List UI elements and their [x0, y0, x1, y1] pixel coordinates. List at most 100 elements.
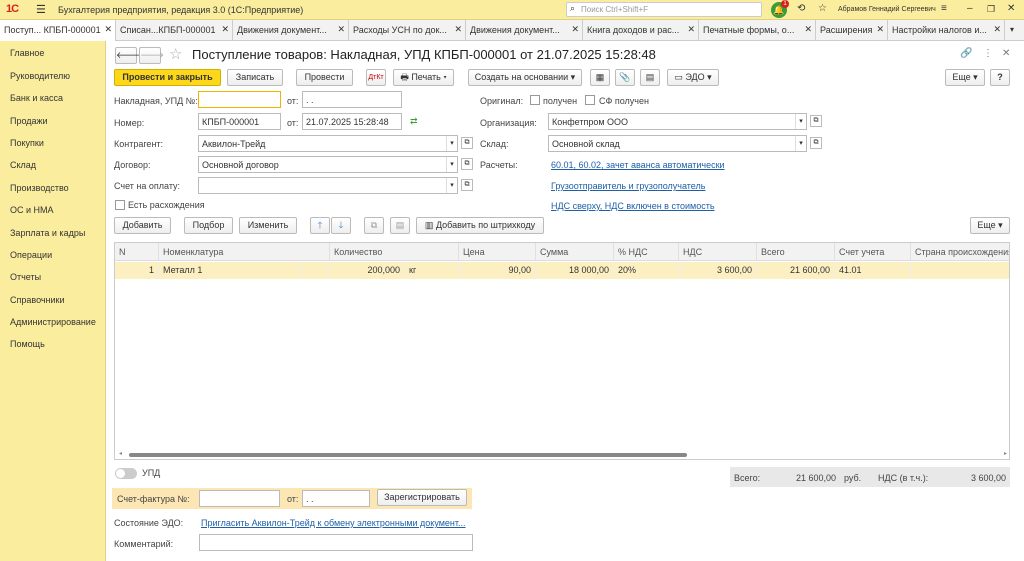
- open-contractor-icon[interactable]: ⧉: [461, 137, 473, 149]
- col-price[interactable]: Цена: [459, 243, 536, 261]
- sf-received-checkbox[interactable]: [585, 95, 595, 105]
- help-button[interactable]: ?: [990, 69, 1010, 86]
- sidebar-item-fixed-assets[interactable]: ОС и НМА: [10, 205, 54, 215]
- pay-invoice-input[interactable]: ▾: [198, 177, 458, 194]
- col-account[interactable]: Счет учета: [835, 243, 911, 261]
- sidebar-item-purchases[interactable]: Покупки: [10, 138, 44, 148]
- invoice-date-input[interactable]: . .: [302, 91, 402, 108]
- upd-toggle[interactable]: [115, 468, 137, 479]
- sidebar-item-production[interactable]: Производство: [10, 183, 69, 193]
- chevron-down-icon[interactable]: ▾: [446, 136, 457, 151]
- tab-usn-expenses[interactable]: Расходы УСН по док... ✕: [349, 20, 466, 41]
- cell-country[interactable]: [911, 262, 1009, 279]
- close-tab-icon[interactable]: ✕: [337, 24, 345, 35]
- structure-icon[interactable]: ▦: [590, 69, 610, 86]
- cell-quantity[interactable]: 200,000: [330, 262, 405, 279]
- comment-input[interactable]: [199, 534, 473, 551]
- col-nomenclature[interactable]: Номенклатура: [159, 243, 330, 261]
- horizontal-scrollbar[interactable]: ◂ ▸: [119, 450, 1007, 458]
- sidebar-item-manager[interactable]: Руководителю: [10, 71, 70, 81]
- change-button[interactable]: Изменить: [239, 217, 297, 234]
- col-sum[interactable]: Сумма: [536, 243, 614, 261]
- warehouse-input[interactable]: Основной склад ▾: [548, 135, 807, 152]
- sidebar-item-reports[interactable]: Отчеты: [10, 272, 41, 282]
- sidebar-item-warehouse[interactable]: Склад: [10, 160, 36, 170]
- tab-tax-settings[interactable]: Настройки налогов и... ✕: [888, 20, 1005, 41]
- add-row-button[interactable]: Добавить: [114, 217, 171, 234]
- more-button[interactable]: Еще ▾: [945, 69, 985, 86]
- table-more-button[interactable]: Еще ▾: [970, 217, 1010, 234]
- received-checkbox[interactable]: [530, 95, 540, 105]
- open-organization-icon[interactable]: ⧉: [810, 115, 822, 127]
- col-total[interactable]: Всего: [757, 243, 835, 261]
- cell-unit[interactable]: кг: [405, 262, 459, 279]
- scroll-right-icon[interactable]: ▸: [1004, 450, 1007, 457]
- tab-print-forms[interactable]: Печатные формы, о... ✕: [699, 20, 816, 41]
- cell-sum[interactable]: 18 000,00: [536, 262, 614, 279]
- barcode-button[interactable]: ▥ Добавить по штрихкоду: [416, 217, 544, 234]
- col-vat[interactable]: НДС: [679, 243, 757, 261]
- open-contract-icon[interactable]: ⧉: [461, 158, 473, 170]
- cell-vat[interactable]: 3 600,00: [679, 262, 757, 279]
- create-based-button[interactable]: Создать на основании ▾: [468, 69, 582, 86]
- settings-icon[interactable]: ≡: [941, 3, 947, 14]
- sidebar-item-operations[interactable]: Операции: [10, 250, 52, 260]
- maximize-icon[interactable]: ❐: [987, 4, 995, 15]
- col-country[interactable]: Страна происхождения: [911, 243, 1009, 261]
- cell-nomenclature[interactable]: Металл 1: [159, 262, 302, 279]
- forward-button[interactable]: 🡒: [139, 47, 164, 64]
- sidebar-item-references[interactable]: Справочники: [10, 295, 65, 305]
- close-tab-icon[interactable]: ✕: [804, 24, 812, 35]
- cell-total[interactable]: 21 600,00: [757, 262, 835, 279]
- discrepancy-checkbox[interactable]: [115, 200, 125, 210]
- close-tab-icon[interactable]: ✕: [221, 24, 229, 35]
- edo-invite-link[interactable]: Пригласить Аквилон-Трейд к обмену электр…: [201, 518, 466, 528]
- tab-extensions[interactable]: Расширения ✕: [816, 20, 888, 41]
- post-and-close-button[interactable]: Провести и закрыть: [114, 69, 221, 86]
- tab-movements-2[interactable]: Движения документ... ✕: [466, 20, 583, 41]
- list-icon[interactable]: ▤: [640, 69, 660, 86]
- vat-link[interactable]: НДС сверху, НДС включен в стоимость: [551, 201, 715, 211]
- chevron-down-icon[interactable]: ▾: [795, 114, 806, 129]
- invoice-number-input[interactable]: [198, 91, 281, 108]
- print-button[interactable]: 🖶 Печать ▾: [393, 69, 454, 86]
- table-row[interactable]: 1 Металл 1 200,000 кг 90,00 18 000,00 20…: [115, 262, 1009, 279]
- cell-characteristic[interactable]: [302, 262, 330, 279]
- calculations-link[interactable]: 60.01, 60.02, зачет аванса автоматически: [551, 160, 725, 170]
- open-pay-invoice-icon[interactable]: ⧉: [461, 179, 473, 191]
- sidebar-item-admin[interactable]: Администрирование: [10, 317, 96, 327]
- sidebar-item-sales[interactable]: Продажи: [10, 116, 48, 126]
- copy-row-button[interactable]: ⧉: [364, 217, 384, 234]
- close-icon[interactable]: ✕: [1007, 3, 1015, 14]
- chevron-down-icon[interactable]: ▾: [446, 178, 457, 193]
- tab-movements-1[interactable]: Движения документ... ✕: [233, 20, 349, 41]
- scroll-left-icon[interactable]: ◂: [119, 450, 122, 457]
- cell-vat-rate[interactable]: 20%: [614, 262, 679, 279]
- col-quantity[interactable]: Количество: [330, 243, 459, 261]
- contract-input[interactable]: Основной договор ▾: [198, 156, 458, 173]
- favorite-star-icon[interactable]: ☆: [169, 45, 182, 63]
- sidebar-item-bank[interactable]: Банк и касса: [10, 93, 63, 103]
- search-input[interactable]: ⌕ Поиск Ctrl+Shift+F: [566, 2, 762, 17]
- tab-receipt[interactable]: Поступ... КПБП-000001 ✕: [0, 20, 116, 41]
- number-input[interactable]: КПБП-000001: [198, 113, 281, 130]
- tab-writeoff[interactable]: Списан...КПБП-000001 ✕: [116, 20, 233, 41]
- scroll-thumb[interactable]: [129, 453, 687, 457]
- tabs-dropdown-icon[interactable]: ▾: [1010, 25, 1014, 34]
- user-name[interactable]: Абрамов Геннадий Сергеевич: [838, 6, 936, 13]
- sf-number-input[interactable]: [199, 490, 280, 507]
- sidebar-item-salary[interactable]: Зарплата и кадры: [10, 228, 85, 238]
- move-down-button[interactable]: 🡓: [331, 217, 351, 234]
- minimize-icon[interactable]: –: [967, 3, 973, 14]
- shipper-link[interactable]: Грузоотправитель и грузополучатель: [551, 181, 705, 191]
- menu-icon[interactable]: ☰: [36, 3, 46, 16]
- save-button[interactable]: Записать: [227, 69, 283, 86]
- history-icon[interactable]: ⟲: [797, 3, 805, 14]
- close-tab-icon[interactable]: ✕: [571, 24, 579, 35]
- chevron-down-icon[interactable]: ▾: [795, 136, 806, 151]
- open-warehouse-icon[interactable]: ⧉: [810, 137, 822, 149]
- paste-row-button[interactable]: ▤: [390, 217, 410, 234]
- close-tab-icon[interactable]: ✕: [876, 24, 884, 35]
- document-date-input[interactable]: 21.07.2025 15:28:48: [302, 113, 402, 130]
- sf-date-input[interactable]: . .: [302, 490, 370, 507]
